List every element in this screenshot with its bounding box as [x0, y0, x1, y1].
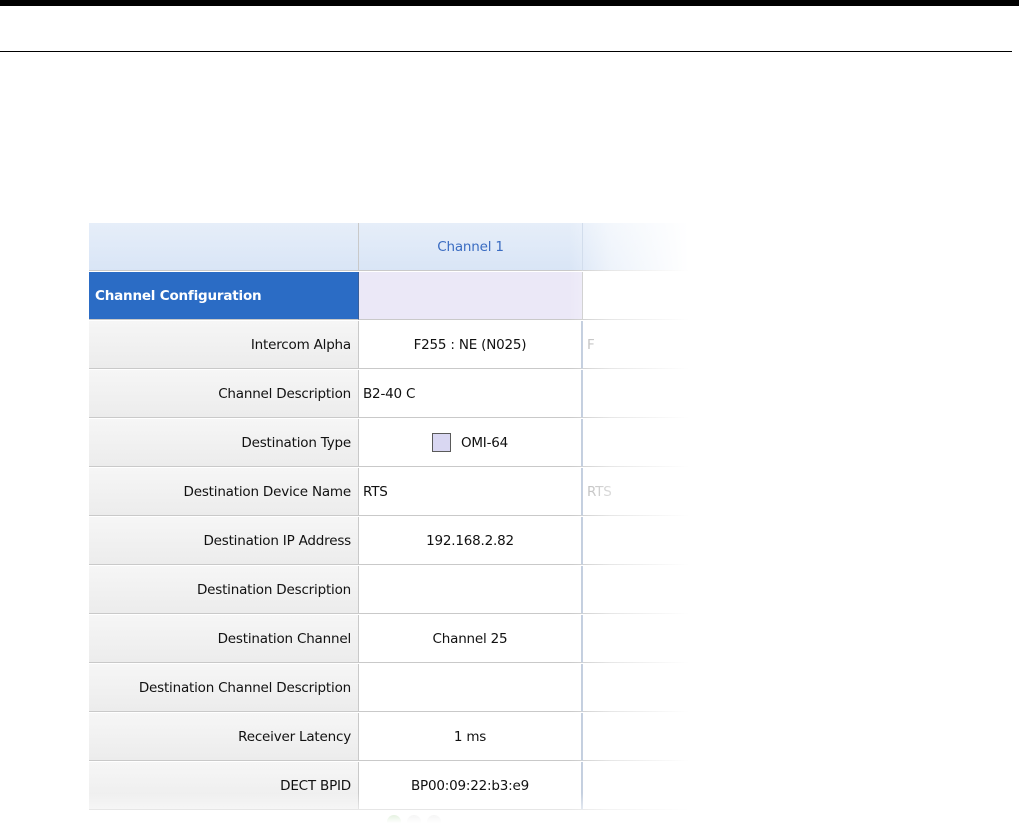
destination-channel-description-field[interactable]	[359, 664, 583, 712]
channel-description-next-cell[interactable]	[583, 370, 689, 418]
destination-type-next-cell[interactable]	[583, 419, 689, 467]
toolbar-icon[interactable]	[427, 815, 441, 823]
row-label: Intercom Alpha	[89, 321, 359, 369]
row-label: Destination Type	[89, 419, 359, 467]
destination-type-value: OMI-64	[460, 434, 509, 451]
row-intercom-alpha: Intercom Alpha F255 : NE (N025) F	[89, 321, 689, 369]
partial-toolbar	[387, 815, 441, 823]
receiver-latency-next-cell[interactable]	[583, 713, 689, 761]
destination-channel-description-next-cell[interactable]	[583, 664, 689, 712]
row-label: Destination Description	[89, 566, 359, 614]
destination-description-field[interactable]	[359, 566, 583, 614]
row-label: Destination IP Address	[89, 517, 359, 565]
row-label: DECT BPID	[89, 762, 359, 810]
intercom-alpha-next-cell[interactable]: F	[583, 321, 689, 369]
column-header-channel-1[interactable]: Channel 1	[359, 223, 583, 271]
section-row: Channel Configuration	[89, 272, 689, 320]
row-destination-device-name: Destination Device Name RTS RTS	[89, 468, 689, 516]
row-destination-ip-address: Destination IP Address 192.168.2.82	[89, 517, 689, 565]
header-corner-cell	[89, 223, 359, 271]
row-destination-channel: Destination Channel Channel 25	[89, 615, 689, 663]
channel-config-grid: Channel 1 Channel Configuration Intercom…	[89, 223, 689, 823]
destination-description-next-cell[interactable]	[583, 566, 689, 614]
destination-ip-address-field[interactable]: 192.168.2.82	[359, 517, 583, 565]
top-rule	[0, 0, 1019, 6]
destination-type-cell[interactable]: OMI-64	[359, 419, 583, 467]
section-title[interactable]: Channel Configuration	[89, 272, 359, 320]
add-icon[interactable]	[387, 815, 401, 823]
row-destination-type: Destination Type OMI-64	[89, 419, 689, 467]
row-channel-description: Channel Description B2-40 C	[89, 370, 689, 418]
dect-bpid-next-cell[interactable]	[583, 762, 689, 810]
page: Channel 1 Channel Configuration Intercom…	[0, 0, 1019, 837]
column-header-channel-2[interactable]	[583, 223, 689, 271]
row-dect-bpid: DECT BPID BP00:09:22:b3:e9	[89, 762, 689, 810]
destination-channel-field[interactable]: Channel 25	[359, 615, 583, 663]
destination-ip-address-next-cell[interactable]	[583, 517, 689, 565]
dect-bpid-field[interactable]: BP00:09:22:b3:e9	[359, 762, 583, 810]
destination-device-name-next-cell[interactable]: RTS	[583, 468, 689, 516]
destination-device-name-field[interactable]: RTS	[359, 468, 583, 516]
channel-description-field[interactable]: B2-40 C	[359, 370, 583, 418]
row-label: Destination Channel	[89, 615, 359, 663]
row-label: Destination Device Name	[89, 468, 359, 516]
row-destination-channel-description: Destination Channel Description	[89, 664, 689, 712]
row-receiver-latency: Receiver Latency 1 ms	[89, 713, 689, 761]
header-rule	[0, 51, 1012, 52]
section-value-cell	[359, 272, 583, 320]
row-label: Receiver Latency	[89, 713, 359, 761]
toolbar-icon[interactable]	[407, 815, 421, 823]
destination-type-color-swatch	[431, 433, 451, 452]
intercom-alpha-cell[interactable]: F255 : NE (N025)	[359, 321, 583, 369]
receiver-latency-field[interactable]: 1 ms	[359, 713, 583, 761]
column-header-row: Channel 1	[89, 223, 689, 271]
row-destination-description: Destination Description	[89, 566, 689, 614]
section-next-cell	[583, 272, 689, 320]
row-label: Channel Description	[89, 370, 359, 418]
destination-channel-next-cell[interactable]	[583, 615, 689, 663]
row-label: Destination Channel Description	[89, 664, 359, 712]
